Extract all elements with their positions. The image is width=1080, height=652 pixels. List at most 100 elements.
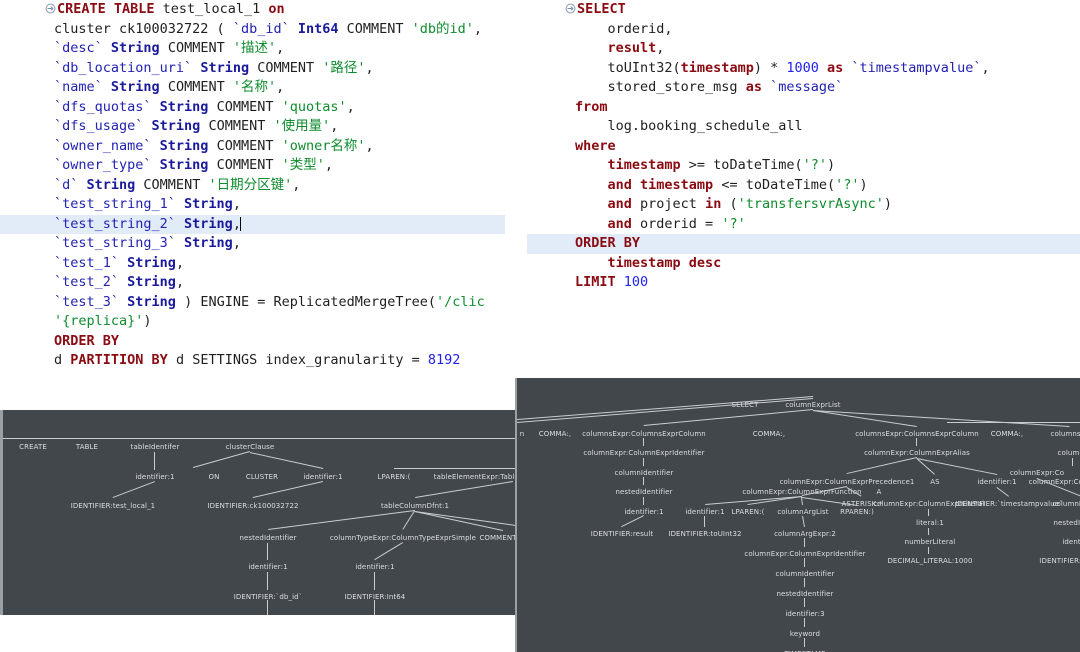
parse-tree-node[interactable]: columnTypeExpr:ColumnTypeExprSimple [330,534,476,542]
parse-tree-node[interactable]: LPAREN:( [732,508,765,516]
parse-tree-node[interactable]: tableElementExpr:TableElementExprColumn [434,473,516,481]
parse-tree-node[interactable]: columnExpr:ColumnExprIdentifier [583,449,704,457]
code-line[interactable]: `d` String COMMENT '日期分区键', [0,176,505,196]
code-line[interactable]: log.booking_schedule_all [527,117,1080,137]
parse-tree-node[interactable]: nestedIdentifier [776,590,833,598]
code-line[interactable]: orderid, [527,20,1080,40]
parse-tree-node[interactable]: columnsExpr:ColumnsExprColumn [855,430,979,438]
code-line[interactable]: `name` String COMMENT '名称', [0,78,505,98]
code-line[interactable]: ORDER BY [527,234,1080,254]
code-line[interactable]: `test_2` String, [0,273,505,293]
parse-tree-node[interactable]: columnE [1058,449,1080,457]
code-line[interactable]: `test_1` String, [0,254,505,274]
parse-tree-node[interactable]: IDENTIFIER:`db_id` [234,593,303,601]
parse-tree-node[interactable]: IDENTIFIER:ck100032722 [207,502,298,510]
parse-tree-node[interactable]: identifier:1 [248,563,287,571]
create-table-parse-tree-panel[interactable]: CREATE TABLE tableIdentifer clusterClause id… [0,410,516,615]
code-line[interactable]: and project in ('transfersvrAsync') [527,195,1080,215]
parse-tree-node[interactable]: columnExprList [785,401,840,409]
parse-tree-node[interactable]: columnExpr:Co [1010,469,1064,477]
parse-tree-node[interactable]: IDENTIFIER:test_local_1 [71,502,155,510]
parse-tree-node[interactable]: columnExpr:ColumnExprPrecedence1 [780,478,915,486]
parse-tree-node[interactable]: numberLiteral [905,538,956,546]
parse-tree-node[interactable]: nestedIdentifier [1053,519,1080,527]
code-line[interactable]: `db_location_uri` String COMMENT '路径', [0,59,505,79]
parse-tree-node[interactable]: columnsExpr:ColumnsExprColumn [582,430,706,438]
code-line[interactable]: `test_3` String ) ENGINE = ReplicatedMer… [0,293,505,313]
code-line[interactable]: toUInt32(timestamp) * 1000 as `timestamp… [527,59,1080,79]
code-line[interactable]: and timestamp <= toDateTime('?') [527,176,1080,196]
parse-tree-node[interactable]: COMMA:, [991,430,1023,438]
parse-tree-node[interactable]: nestedIdentifier [239,534,296,542]
parse-tree-node[interactable]: LPAREN:( [378,473,411,481]
parse-tree-node[interactable]: n [520,430,525,438]
code-line[interactable]: LIMIT 100 [527,273,1080,293]
code-line[interactable]: cluster ck100032722 ( `db_id` Int64 COMM… [0,20,505,40]
code-line[interactable]: `owner_name` String COMMENT 'owner名称', [0,137,505,157]
parse-tree-node[interactable]: IDENTIFIER:stored_sto [1039,557,1080,565]
code-line[interactable]: `test_string_2` String, [0,214,505,234]
parse-tree-node[interactable]: columnArgExpr:2 [774,530,836,538]
select-query-parse-tree-panel[interactable]: SELECT columnExprList n COMMA:, columnsExpr:… [515,378,1080,652]
code-line[interactable]: CREATE TABLE test_local_1 on [0,0,505,20]
parse-tree-node[interactable]: clusterClause [226,443,275,451]
code-line[interactable]: `test_string_3` String, [0,234,505,254]
parse-tree-node[interactable]: A [877,488,882,496]
fold-collapse-icon[interactable] [565,3,576,14]
fold-collapse-icon[interactable] [45,3,56,14]
parse-tree-node[interactable]: columnIdentifier [776,570,835,578]
parse-tree-node[interactable]: COMMA:, [753,430,785,438]
parse-tree-node[interactable]: columnArgList [777,508,828,516]
code-token: orderid, [575,20,673,37]
parse-tree-node[interactable]: IDENTIFIER:Int64 [345,593,406,601]
parse-tree-node[interactable]: identifier:1 [624,508,663,516]
parse-tree-node[interactable]: TABLE [76,443,98,451]
parse-tree-node[interactable]: identifier:1 [685,508,724,516]
parse-tree-node[interactable]: identifier:1 [303,473,342,481]
parse-tree-node[interactable]: CREATE [19,443,47,451]
parse-tree-node[interactable]: columnIdentifier [615,469,674,477]
parse-tree-node[interactable]: identifier:1 [977,478,1016,486]
parse-tree-node[interactable]: COMMENT [479,534,516,542]
parse-tree-node[interactable]: columnExpr:ColumnExprIdentifier [744,550,865,558]
parse-tree-node[interactable]: columnIdentifier [1053,500,1080,508]
parse-tree-node[interactable]: AS [930,478,939,486]
parse-tree-node[interactable]: IDENTIFIER:result [591,530,653,538]
parse-tree-node[interactable]: identifier:3 [785,610,824,618]
code-line[interactable]: where [527,137,1080,157]
parse-tree-node[interactable]: identifier:1 [1062,538,1080,546]
code-line[interactable]: and orderid = '?' [527,215,1080,235]
parse-tree-node[interactable]: RPAREN:) [840,508,874,516]
parse-tree-node[interactable]: IDENTIFIER:`timestampvalue` [955,500,1063,508]
parse-tree-node[interactable]: keyword [790,630,820,638]
create-table-editor[interactable]: CREATE TABLE test_local_1 on cluster ck10… [0,0,505,400]
parse-tree-node[interactable]: CLUSTER [246,473,278,481]
code-line[interactable]: '{replica}') [0,312,505,332]
code-line[interactable]: SELECT [527,0,1080,20]
code-line[interactable]: stored_store_msg as `message` [527,78,1080,98]
parse-tree-node[interactable]: columnExpr:ColumnExprAlias [864,449,970,457]
parse-tree-node[interactable]: IDENTIFIER:toUInt32 [668,530,741,538]
parse-tree-node[interactable]: nestedIdentifier [615,488,672,496]
parse-tree-node[interactable]: identifier:1 [355,563,394,571]
parse-tree-node[interactable]: columnsEx [1051,430,1080,438]
code-line[interactable]: result, [527,39,1080,59]
parse-tree-node[interactable]: tableColumnDfnt:1 [381,502,449,510]
code-line[interactable]: `owner_type` String COMMENT '类型', [0,156,505,176]
code-line[interactable]: timestamp >= toDateTime('?') [527,156,1080,176]
parse-tree-node[interactable]: identifier:1 [135,473,174,481]
code-line[interactable]: ORDER BY [0,332,505,352]
code-line[interactable]: `desc` String COMMENT '描述', [0,39,505,59]
parse-tree-node[interactable]: DECIMAL_LITERAL:1000 [887,557,972,565]
parse-tree-node[interactable]: literal:1 [916,519,944,527]
parse-tree-node[interactable]: tableIdentifer [131,443,180,451]
code-line[interactable]: d PARTITION BY d SETTINGS index_granular… [0,351,505,371]
code-line[interactable]: `dfs_usage` String COMMENT '使用量', [0,117,505,137]
code-line[interactable]: `dfs_quotas` String COMMENT 'quotas', [0,98,505,118]
code-line[interactable]: from [527,98,1080,118]
code-line[interactable]: `test_string_1` String, [0,195,505,215]
parse-tree-node[interactable]: COMMA:, [539,430,571,438]
parse-tree-node[interactable]: ON [209,473,220,481]
code-line[interactable]: timestamp desc [527,254,1080,274]
select-query-editor[interactable]: SELECT orderid, result, toUInt32(timesta… [527,0,1080,378]
